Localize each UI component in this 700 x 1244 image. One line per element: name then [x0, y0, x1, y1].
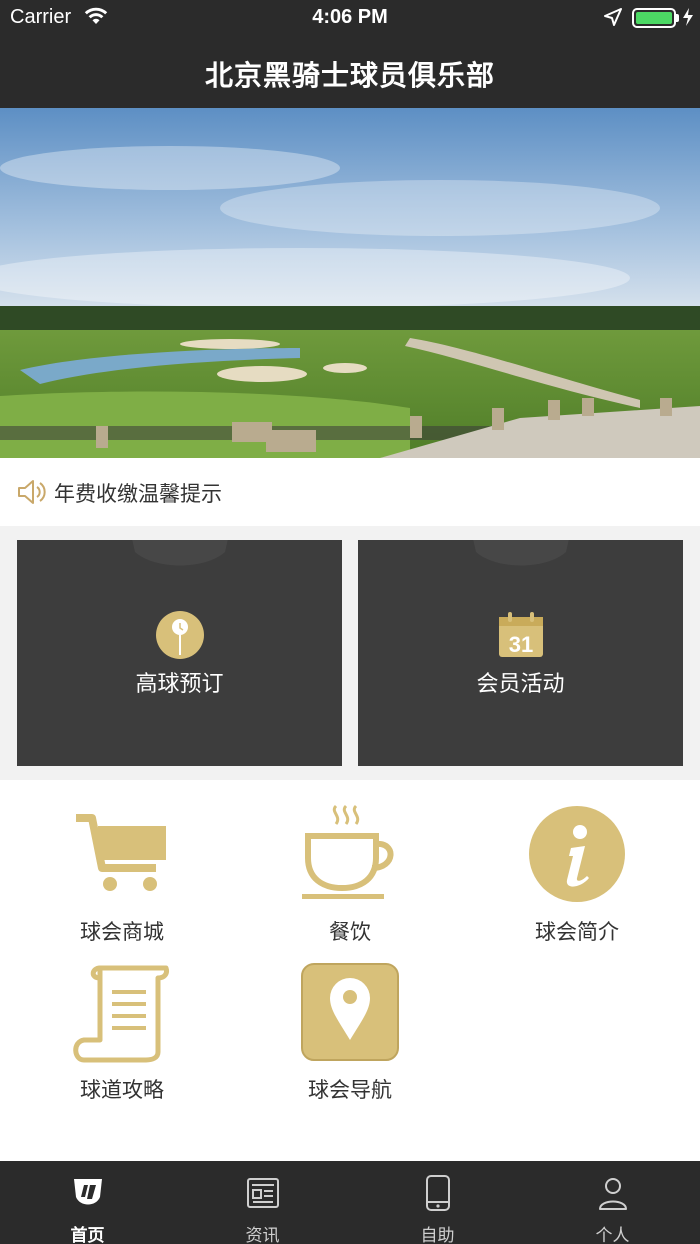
map-pin-icon: [301, 963, 399, 1061]
tab-label: 自助: [420, 1226, 455, 1244]
grid-label: 球会简介: [535, 920, 619, 944]
member-events-card[interactable]: 31 会员活动: [358, 540, 683, 766]
club-logo-watermark: [473, 540, 569, 566]
status-bar: Carrier 4:06 PM: [0, 0, 700, 36]
card-label: 高球预订: [135, 672, 224, 697]
tab-self-service[interactable]: 自助: [350, 1161, 525, 1244]
calendar-icon: 31: [499, 612, 543, 657]
feature-cards: 高球预订 31 会员活动: [0, 526, 700, 780]
charging-bolt-icon: [683, 8, 693, 26]
speaker-icon: [18, 480, 46, 504]
battery-cap: [676, 14, 679, 22]
phone-icon: [426, 1175, 450, 1211]
dining-item[interactable]: 餐饮: [250, 792, 450, 944]
grid-label: 球会导航: [308, 1078, 392, 1102]
notice-text: 年费收缴温馨提示: [54, 482, 222, 506]
tab-home[interactable]: 首页: [0, 1161, 175, 1244]
grid-label: 球道攻略: [80, 1078, 164, 1102]
banner-carousel[interactable]: [0, 108, 700, 458]
person-icon: [599, 1178, 627, 1210]
page-title: 北京黑骑士球员俱乐部: [204, 59, 495, 92]
tab-profile[interactable]: 个人: [525, 1161, 700, 1244]
club-navigation-item[interactable]: 球会导航: [250, 950, 450, 1102]
location-arrow-icon: [604, 8, 622, 26]
scroll-icon: [73, 965, 169, 1063]
battery-level: [636, 12, 672, 24]
navigation-bar: 北京黑骑士球员俱乐部: [0, 36, 700, 108]
grid-label: 餐饮: [329, 920, 371, 944]
service-grid: 球会商城 餐饮 球会简介 球道攻略 球会导航: [0, 780, 700, 1160]
notice-bar[interactable]: 年费收缴温馨提示: [0, 458, 700, 526]
clock: 4:06 PM: [312, 6, 388, 28]
coffee-cup-icon: [302, 804, 394, 899]
cart-icon: [76, 814, 166, 891]
club-logo-watermark: [132, 540, 228, 566]
tab-bar: 首页 资讯 自助 个人: [0, 1161, 700, 1244]
club-intro-item[interactable]: 球会简介: [477, 792, 677, 944]
tab-label: 个人: [595, 1226, 630, 1244]
golf-booking-card[interactable]: 高球预订: [17, 540, 342, 766]
home-logo-icon: [74, 1179, 102, 1205]
calendar-day: 31: [509, 632, 533, 657]
golf-pin-icon: [156, 611, 204, 659]
battery-icon: [632, 8, 676, 28]
golf-course-image: [0, 108, 700, 458]
info-icon: [529, 806, 625, 902]
news-icon: [247, 1178, 279, 1208]
grid-label: 球会商城: [80, 920, 164, 944]
tab-label: 资讯: [245, 1226, 280, 1244]
shop-item[interactable]: 球会商城: [22, 792, 222, 944]
tab-news[interactable]: 资讯: [175, 1161, 350, 1244]
tab-label: 首页: [70, 1226, 105, 1244]
card-label: 会员活动: [476, 672, 565, 697]
course-guide-item[interactable]: 球道攻略: [22, 950, 222, 1102]
